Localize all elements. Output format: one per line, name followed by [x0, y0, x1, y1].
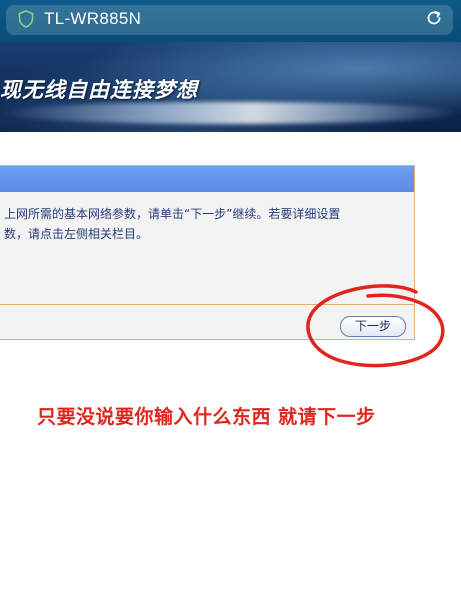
- annotation-text: 只要没说要你输入什么东西 就请下一步: [37, 406, 376, 428]
- panel-header: [0, 166, 414, 192]
- instruction-line: 上网所需的基本网络参数，请单击“下一步”继续。若要详细设置: [4, 207, 341, 221]
- browser-address-bar: TL-WR885N: [0, 0, 461, 42]
- router-banner: 现无线自由连接梦想: [0, 42, 461, 132]
- url-text[interactable]: TL-WR885N: [44, 9, 141, 29]
- red-circle-annotation: [306, 284, 445, 368]
- banner-slogan: 现无线自由连接梦想: [0, 78, 198, 102]
- shield-icon: [18, 10, 34, 28]
- banner-wave-decoration: [0, 102, 461, 124]
- panel-instructions: 上网所需的基本网络参数，请单击“下一步”继续。若要详细设置 数，请点击左侧相关栏…: [4, 204, 404, 244]
- instruction-line: 数，请点击左侧相关栏目。: [4, 227, 149, 241]
- reload-icon[interactable]: [425, 9, 443, 27]
